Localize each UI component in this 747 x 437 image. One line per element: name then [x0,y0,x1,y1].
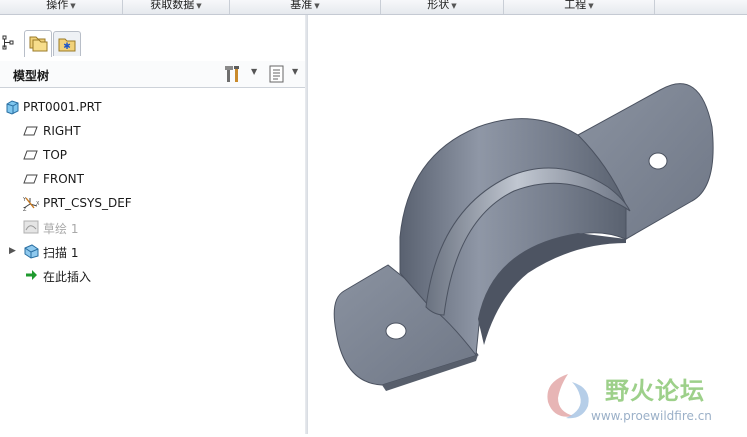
watermark-url: www.proewildfire.cn [591,409,712,423]
tree-item-label: 扫描 1 [43,246,79,260]
navigator-tabs: ✱ [0,29,305,57]
svg-text:✱: ✱ [63,42,71,52]
tree-item-top[interactable]: TOP [0,145,300,165]
ribbon-group-datum[interactable]: 基准 ▼ [230,0,381,14]
flame-logo-icon [547,374,589,419]
tree-item-csys[interactable]: Y X Z PRT_CSYS_DEF [0,193,300,213]
svg-text:X: X [36,201,40,207]
ribbon-group-shapes[interactable]: 形状 ▼ [381,0,504,14]
chevron-down-icon: ▼ [196,2,202,10]
datum-plane-icon [23,123,39,139]
svg-text:Z: Z [23,207,27,211]
chevron-down-icon[interactable]: ▼ [292,67,298,76]
coordinate-system-icon: Y X Z [22,195,40,213]
sketch-icon [23,219,39,235]
ribbon-group-bar: 操作 ▼ 获取数据 ▼ 基准 ▼ 形状 ▼ 工程 ▼ [0,0,747,15]
watermark-title: 野火论坛 [605,377,705,405]
tree-item-insert-here[interactable]: 在此插入 [0,265,300,285]
ribbon-group-operations[interactable]: 操作 ▼ [0,0,123,14]
model-tree-tab-icon[interactable] [2,35,16,51]
chevron-down-icon: ▼ [588,2,594,10]
model-tree-title: 模型树 [13,69,50,83]
tree-item-label: FRONT [43,172,84,186]
ribbon-group-label: 操作 [46,0,69,11]
tree-item-label: 草绘 1 [43,222,79,236]
sweep-feature-icon [23,243,39,259]
tree-item-sweep[interactable]: ▶ 扫描 1 [0,241,300,261]
insert-here-arrow-icon [23,267,39,283]
list-icon [269,65,284,83]
navigator-panel: ✱ 模型树 ▼ ▼ PRT0001.PRT RIGHT TOP FRONT Y … [0,15,306,434]
tree-settings-button[interactable] [224,64,244,84]
tree-item-sketch[interactable]: 草绘 1 [0,217,300,237]
tree-item-label: 在此插入 [43,270,92,284]
tree-show-button[interactable] [267,64,287,84]
tree-item-label: RIGHT [43,124,81,138]
ribbon-group-get-data[interactable]: 获取数据 ▼ [123,0,230,14]
ribbon-group-engineering[interactable]: 工程 ▼ [504,0,655,14]
favorites-folder-icon: ✱ [58,38,76,52]
datum-plane-icon [23,171,39,187]
ribbon-group-label: 工程 [564,0,587,11]
model-tree-header: 模型树 ▼ ▼ [0,61,305,88]
chevron-down-icon[interactable]: ▼ [251,67,257,76]
tree-item-front[interactable]: FRONT [0,169,300,189]
ribbon-group-label: 基准 [290,0,313,11]
tree-item-label: PRT0001.PRT [23,100,102,114]
chevron-down-icon: ▼ [70,2,76,10]
tree-item-label: TOP [43,148,68,162]
forum-watermark: 野火论坛 www.proewildfire.cn [538,368,743,430]
part-icon [4,99,20,115]
chevron-down-icon: ▼ [314,2,320,10]
ribbon-group-label: 获取数据 [150,0,195,11]
tree-item-part[interactable]: PRT0001.PRT [0,97,300,117]
tab-folder-browser[interactable] [24,30,52,57]
tree-item-label: PRT_CSYS_DEF [43,196,132,210]
expand-arrow-icon[interactable]: ▶ [9,246,16,256]
datum-plane-icon [23,147,39,163]
tree-item-right[interactable]: RIGHT [0,121,300,141]
tab-favorites[interactable]: ✱ [53,31,81,56]
chevron-down-icon: ▼ [451,2,457,10]
ribbon-group-label: 形状 [427,0,450,11]
folders-icon [29,36,48,52]
tools-icon [225,66,239,82]
